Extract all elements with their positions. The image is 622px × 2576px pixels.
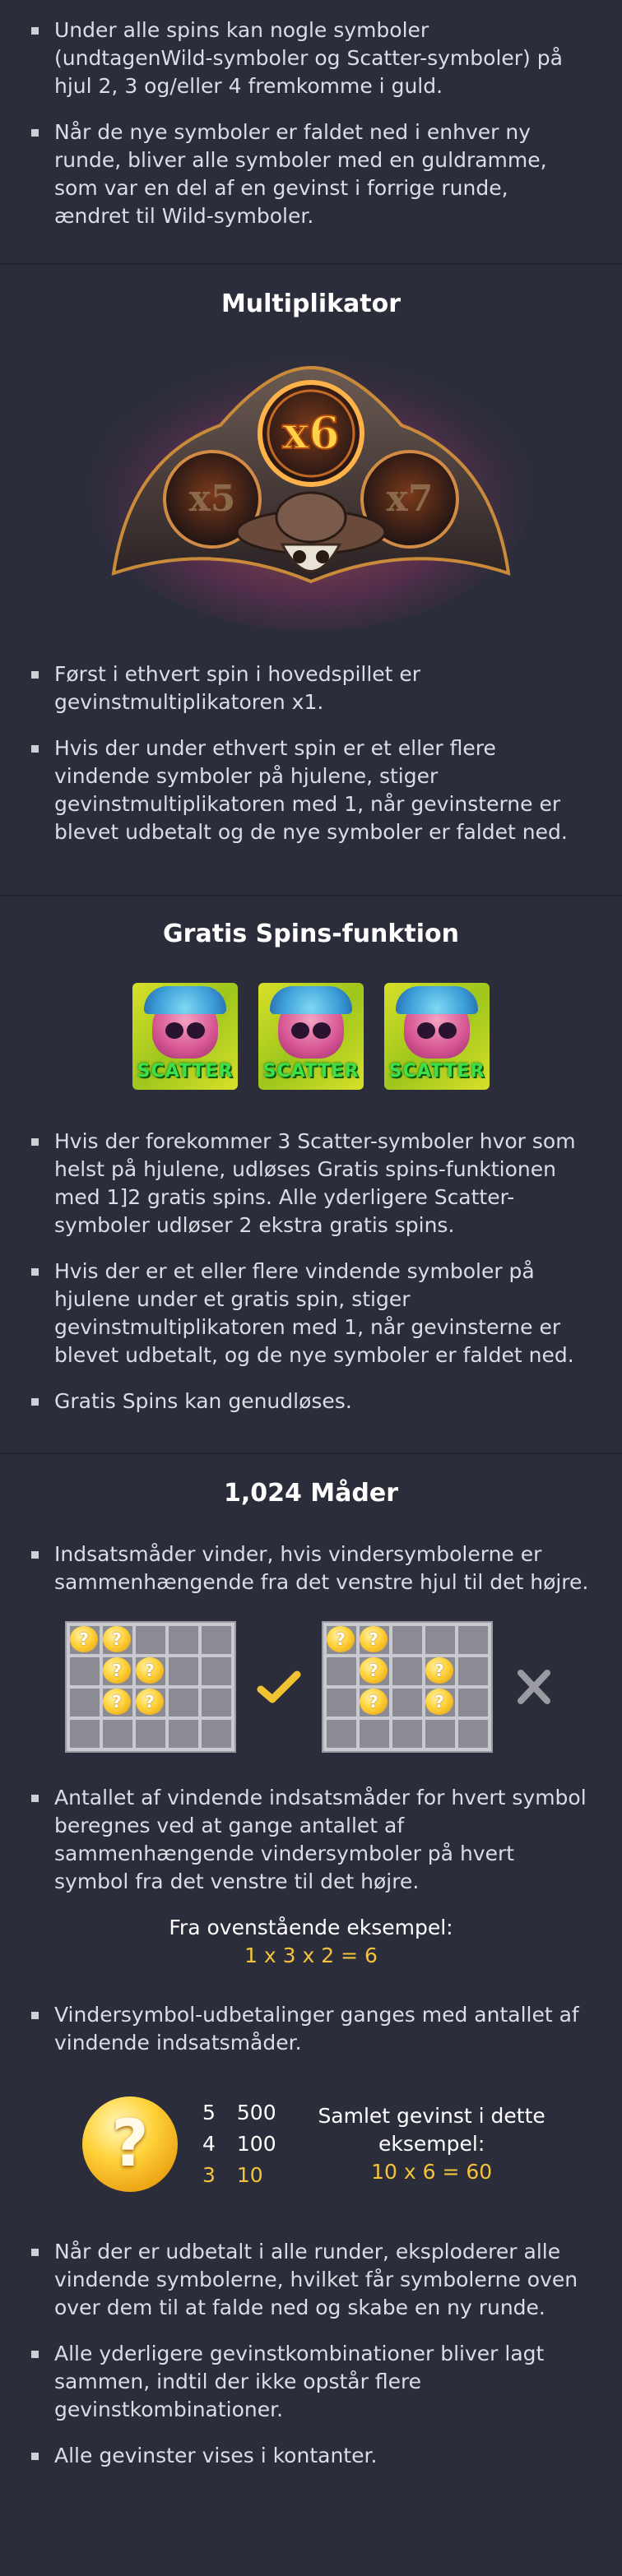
multiplier-list: Først i ethvert spin i hovedspillet er g… bbox=[0, 660, 622, 846]
list-item: Under alle spins kan nogle symboler (und… bbox=[31, 16, 589, 100]
paytable-count: 3 bbox=[202, 2163, 216, 2187]
coin-icon: ? bbox=[327, 1626, 355, 1652]
example-calculation: Fra ovenstående eksempel: 1 x 3 x 2 = 6 bbox=[0, 1914, 622, 1970]
scatter-symbol: SCATTER bbox=[132, 983, 238, 1090]
coin-icon: ? bbox=[103, 1626, 131, 1652]
coin-icon: ? bbox=[360, 1689, 388, 1715]
scatter-symbol: SCATTER bbox=[384, 983, 490, 1090]
scatter-label: SCATTER bbox=[388, 1061, 485, 1082]
ways-section: 1,024 Måder Indsatsmåder vinder, hvis vi… bbox=[0, 1454, 622, 2576]
total-label: Samlet gevinst i dette eksempel: bbox=[318, 2104, 545, 2156]
section-title: 1,024 Måder bbox=[223, 1479, 399, 1508]
scatter-label: SCATTER bbox=[137, 1061, 234, 1082]
total-win: Samlet gevinst i dette eksempel: 10 x 6 … bbox=[313, 2102, 551, 2186]
coin-icon: ? bbox=[103, 1689, 131, 1715]
multiplier-left-label: x5 bbox=[189, 478, 236, 520]
paytable-row: 4 100 bbox=[202, 2129, 276, 2160]
paytable-row: 3 10 bbox=[202, 2160, 276, 2191]
question-symbol-icon: ? bbox=[82, 2096, 178, 2192]
list-item: Når de nye symboler er faldet ned i enhv… bbox=[31, 118, 589, 230]
list-item: Antallet af vindende indsatsmåder for hv… bbox=[31, 1784, 589, 1896]
scatter-symbols: SCATTER SCATTER SCATTER bbox=[0, 983, 622, 1090]
total-calc: 10 x 6 = 60 bbox=[371, 2160, 493, 2184]
paytable-value: 500 bbox=[236, 2101, 276, 2124]
coin-icon: ? bbox=[136, 1689, 164, 1715]
list-item: Når der er udbetalt i alle runder, ekspl… bbox=[31, 2238, 589, 2322]
coin-icon: ? bbox=[425, 1689, 453, 1715]
coin-icon: ? bbox=[425, 1657, 453, 1684]
ways-list-2: Antallet af vindende indsatsmåder for hv… bbox=[0, 1784, 622, 1896]
paytable-example: ? 5 500 4 100 3 10 Samlet gevinst i dett… bbox=[0, 2096, 622, 2192]
scatter-symbol: SCATTER bbox=[258, 983, 364, 1090]
multiplier-center-label: x6 bbox=[282, 406, 340, 459]
list-item: Først i ethvert spin i hovedspillet er g… bbox=[31, 660, 589, 716]
paytable-value: 10 bbox=[236, 2163, 263, 2187]
paytable-count: 5 bbox=[202, 2101, 216, 2124]
paytable-value: 100 bbox=[236, 2132, 276, 2156]
golden-symbols-list: Under alle spins kan nogle symboler (und… bbox=[0, 16, 622, 230]
list-item: Alle yderligere gevinstkombinationer bli… bbox=[31, 2340, 589, 2424]
winning-ways-grid: ? ? ? ? ? ? bbox=[65, 1621, 236, 1753]
coin-icon: ? bbox=[360, 1657, 388, 1684]
paytable-row: 5 500 bbox=[202, 2097, 276, 2129]
list-item: Vindersymbol-udbetalinger ganges med ant… bbox=[31, 2001, 589, 2057]
coin-icon: ? bbox=[136, 1657, 164, 1684]
section-title: Gratis Spins-funktion bbox=[163, 920, 459, 948]
ways-examples: ? ? ? ? ? ? ? ? ? ? ? ? bbox=[0, 1621, 622, 1753]
ways-list-3: Vindersymbol-udbetalinger ganges med ant… bbox=[0, 2001, 622, 2057]
multiplier-artwork: x5 x7 x6 bbox=[89, 351, 533, 631]
list-item: Alle gevinster vises i kontanter. bbox=[31, 2442, 589, 2470]
list-item: Hvis der under ethvert spin er et eller … bbox=[31, 734, 589, 846]
multiplier-section: Multiplikator x5 x7 x6 Først i ethvert s… bbox=[0, 265, 622, 897]
paytable: 5 500 4 100 3 10 bbox=[202, 2097, 276, 2191]
ways-list-1: Indsatsmåder vinder, hvis vindersymboler… bbox=[0, 1541, 622, 1596]
list-item: Gratis Spins kan genudløses. bbox=[31, 1388, 589, 1415]
golden-symbols-section: Under alle spins kan nogle symboler (und… bbox=[0, 0, 622, 265]
example-calc: 1 x 3 x 2 = 6 bbox=[244, 1944, 378, 1967]
scatter-label: SCATTER bbox=[262, 1061, 360, 1082]
list-item: Hvis der er et eller flere vindende symb… bbox=[31, 1258, 589, 1369]
coin-icon: ? bbox=[70, 1626, 98, 1652]
free-spins-list: Hvis der forekommer 3 Scatter-symboler h… bbox=[0, 1128, 622, 1415]
multiplier-image: x5 x7 x6 bbox=[81, 335, 541, 631]
paytable-count: 4 bbox=[202, 2132, 216, 2156]
ways-end-list: Når der er udbetalt i alle runder, ekspl… bbox=[0, 2238, 622, 2470]
list-item: Hvis der forekommer 3 Scatter-symboler h… bbox=[31, 1128, 589, 1239]
multiplier-right-label: x7 bbox=[387, 478, 434, 520]
cross-icon bbox=[518, 1670, 550, 1704]
free-spins-section: Gratis Spins-funktion SCATTER SCATTER SC… bbox=[0, 897, 622, 1454]
check-icon bbox=[257, 1670, 301, 1703]
list-item: Indsatsmåder vinder, hvis vindersymboler… bbox=[31, 1541, 589, 1596]
coin-icon: ? bbox=[360, 1626, 388, 1652]
example-label: Fra ovenstående eksempel: bbox=[169, 1916, 453, 1939]
coin-icon: ? bbox=[103, 1657, 131, 1684]
section-title: Multiplikator bbox=[220, 290, 402, 318]
losing-ways-grid: ? ? ? ? ? ? bbox=[322, 1621, 493, 1753]
